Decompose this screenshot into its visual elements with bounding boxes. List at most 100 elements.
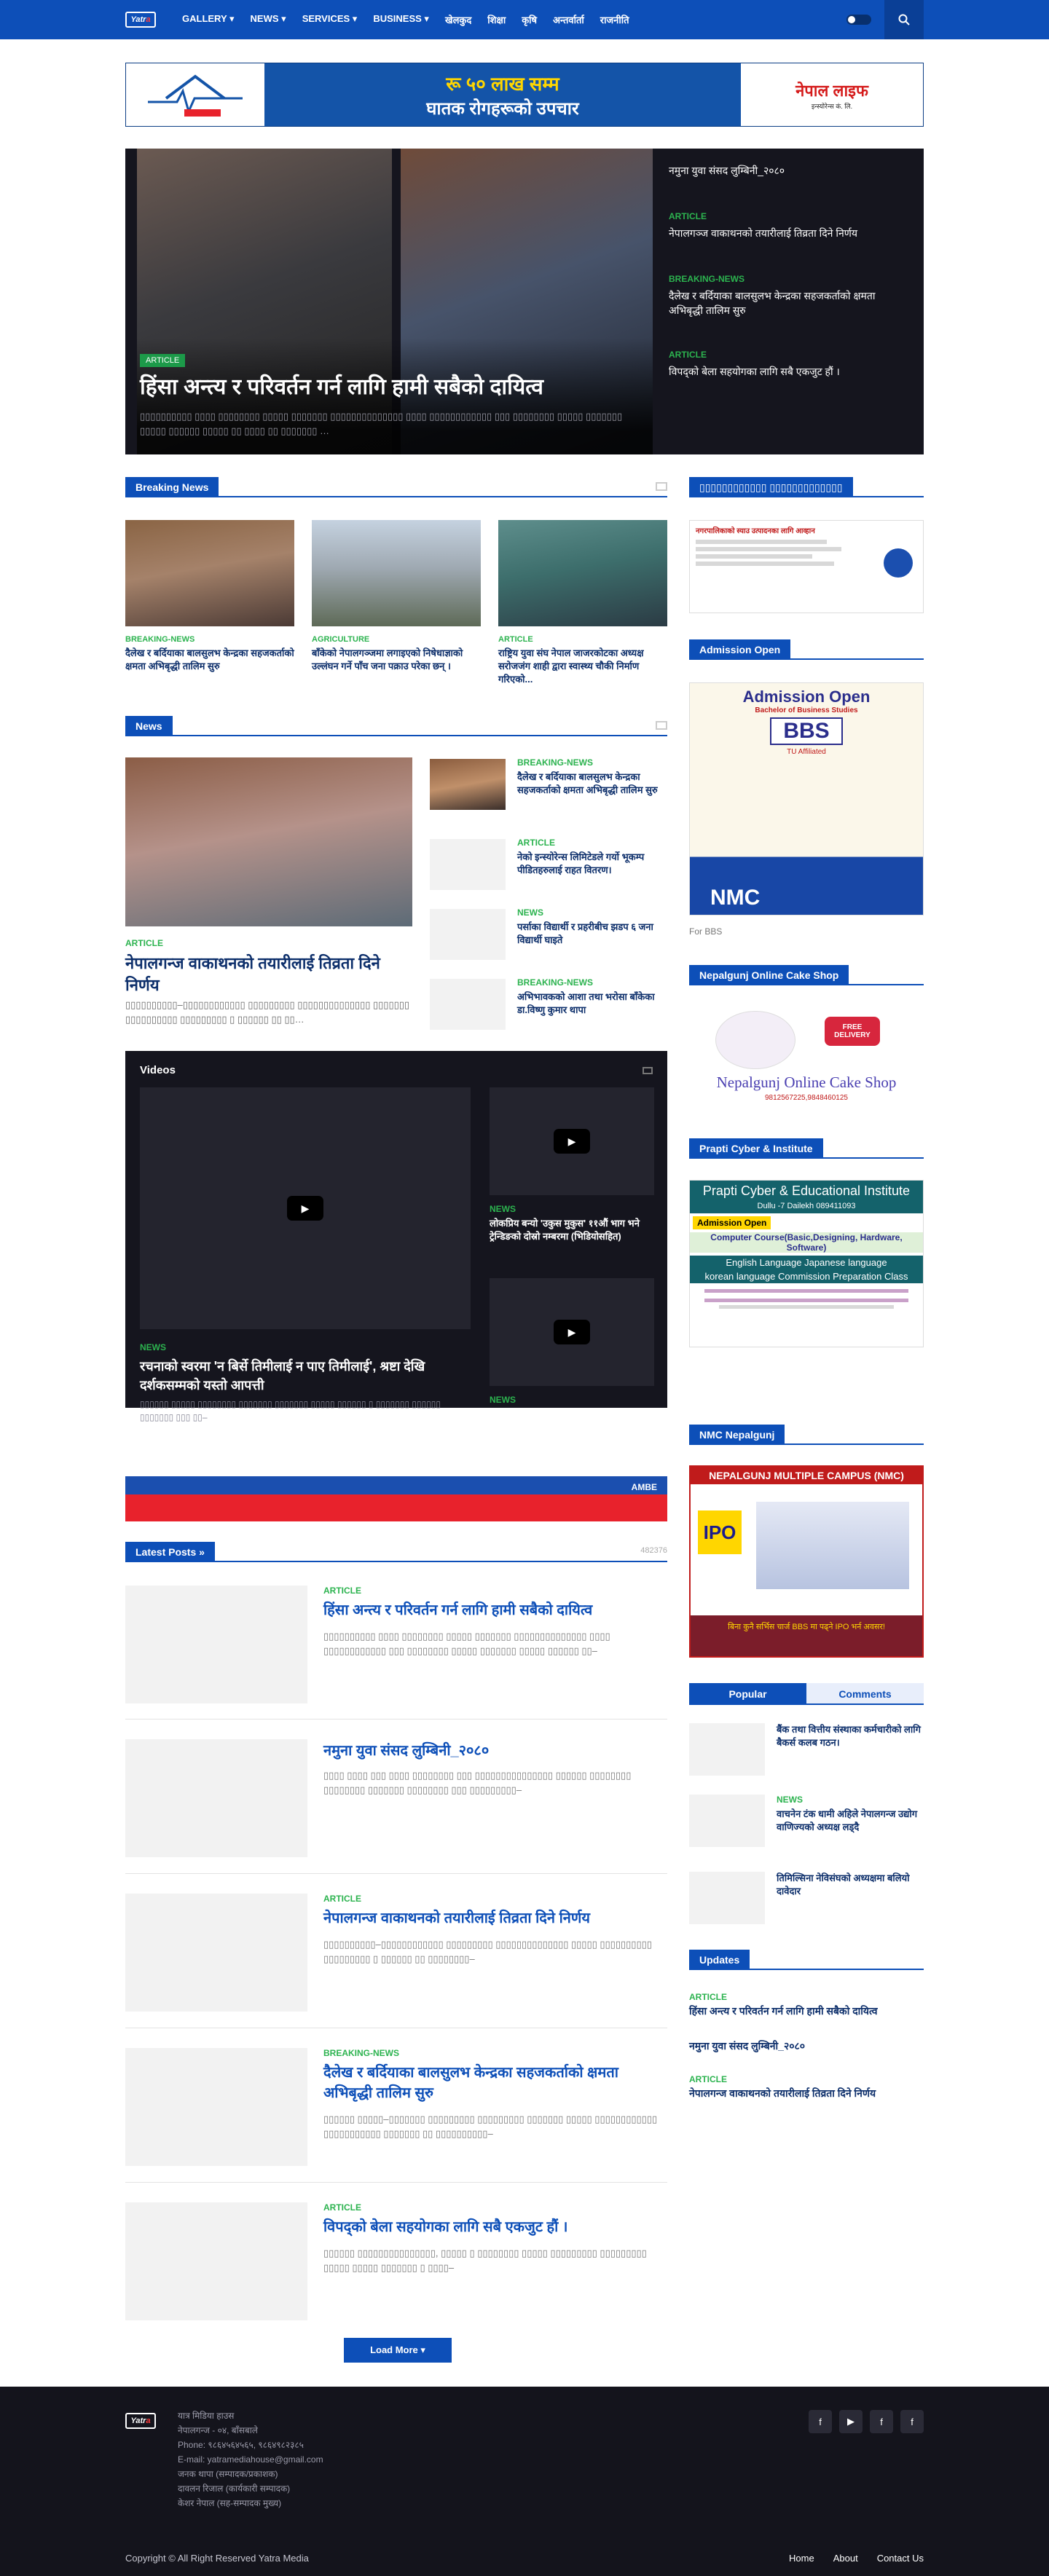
- popular-title[interactable]: वाचनेन टंक धामी अहिले नेपालगन्ज उद्योग व…: [777, 1808, 924, 1834]
- news-title[interactable]: नेको इन्स्योरेन्स लिमिटेडले गर्यो भूकम्प…: [517, 851, 667, 877]
- grid-icon[interactable]: [656, 721, 667, 730]
- load-more-button[interactable]: Load More ▾: [344, 2338, 452, 2363]
- video-thumb[interactable]: ▶: [490, 1278, 654, 1386]
- popular-item[interactable]: NEWS वाचनेन टंक धामी अहिले नेपालगन्ज उद्…: [689, 1795, 924, 1848]
- news-thumb[interactable]: [430, 909, 506, 960]
- section-title[interactable]: Latest Posts »: [125, 1542, 215, 1562]
- breaking-image[interactable]: [125, 520, 294, 626]
- nav-item-education[interactable]: शिक्षा: [487, 13, 506, 26]
- post-title[interactable]: नेपालगन्ज वाकाथनको तयारीलाई तिव्रता दिने…: [323, 1908, 667, 1929]
- latest-post[interactable]: BREAKING-NEWS दैलेख र बर्दियाका बालसुलभ …: [125, 2048, 667, 2166]
- popular-title[interactable]: तिमिल्सिना नेविसंघको अध्यक्षमा बलियो दाव…: [777, 1872, 924, 1898]
- tab-popular[interactable]: Popular: [689, 1683, 806, 1705]
- facebook-icon[interactable]: f: [900, 2410, 924, 2433]
- popular-title[interactable]: बैंक तथा वित्तीय संस्थाका कर्मचारीको लाग…: [777, 1723, 924, 1749]
- site-logo[interactable]: Yatr a: [125, 12, 156, 28]
- news-title[interactable]: अभिभावकको आशा तथा भरोसा बाँकेका डा.विष्ण…: [517, 990, 667, 1017]
- news-list-item[interactable]: NEWS पर्साका विद्यार्थी र प्रहरीबीच झडप …: [430, 907, 667, 961]
- breaking-card[interactable]: BREAKING-NEWS दैलेख र बर्दियाका बालसुलभ …: [125, 520, 294, 673]
- news-thumb[interactable]: [430, 979, 506, 1030]
- post-thumb[interactable]: [125, 1739, 307, 1857]
- breaking-image[interactable]: [312, 520, 481, 626]
- popular-item[interactable]: बैंक तथा वित्तीय संस्थाका कर्मचारीको लाग…: [689, 1723, 924, 1777]
- search-button[interactable]: [884, 0, 924, 39]
- news-title[interactable]: पर्साका विद्यार्थी र प्रहरीबीच झडप ६ जना…: [517, 921, 667, 947]
- latest-post[interactable]: ARTICLE नेपालगन्ज वाकाथनको तयारीलाई तिव्…: [125, 1894, 667, 2012]
- update-item[interactable]: ARTICLE हिंसा अन्त्य र परिवर्तन गर्न लाग…: [689, 1992, 924, 2018]
- nav-item-news[interactable]: NEWS ▾: [251, 13, 286, 26]
- post-thumb[interactable]: [125, 2048, 307, 2166]
- footer-link-home[interactable]: Home: [789, 2553, 814, 2564]
- notice-ad[interactable]: नगरपालिकाको स्याउ उत्पादनका लागि आव्हान: [689, 520, 924, 613]
- nmc-ad[interactable]: NEPALGUNJ MULTIPLE CAMPUS (NMC) IPO बिना…: [689, 1465, 924, 1658]
- nav-item-gallery[interactable]: GALLERY ▾: [182, 13, 235, 26]
- facebook-icon[interactable]: f: [809, 2410, 832, 2433]
- video-title[interactable]: लोकप्रिय बन्यो 'उकुस मुकुस' ११औं भाग भने…: [490, 1217, 654, 1243]
- news-thumb[interactable]: [430, 759, 506, 810]
- latest-post[interactable]: नमुना युवा संसद लुम्बिनी_२०८० ▯▯▯▯ ▯▯▯▯ …: [125, 1739, 667, 1857]
- breaking-image[interactable]: [498, 520, 667, 626]
- news-feature-title[interactable]: नेपालगन्ज वाकाथनको तयारीलाई तिव्रता दिने…: [125, 953, 412, 996]
- facebook-icon[interactable]: f: [870, 2410, 893, 2433]
- hero-side-item[interactable]: ARTICLE नेपालगञ्ज वाकाथनको तयारीलाई तिव्…: [669, 211, 912, 240]
- hero-side-item[interactable]: ARTICLE विपद्को बेला सहयोगका लागि सबै एक…: [669, 350, 912, 379]
- video-feature-title[interactable]: रचनाको स्वरमा 'न बिर्से तिमीलाई न पाए ति…: [140, 1357, 471, 1395]
- footer-link-about[interactable]: About: [833, 2553, 858, 2564]
- hero-side-item[interactable]: BREAKING-NEWS दैलेख र बर्दियाका बालसुलभ …: [669, 274, 912, 318]
- update-title[interactable]: नेपालगन्ज वाकाथनको तयारीलाई तिव्रता दिने…: [689, 2086, 924, 2100]
- news-list-item[interactable]: ARTICLE नेको इन्स्योरेन्स लिमिटेडले गर्य…: [430, 838, 667, 891]
- videos-title[interactable]: Videos: [140, 1064, 176, 1076]
- play-icon[interactable]: ▶: [554, 1320, 590, 1344]
- grid-icon[interactable]: [656, 482, 667, 491]
- nav-item-sports[interactable]: खेलकुद: [445, 13, 471, 26]
- top-ad-banner[interactable]: रू ५० लाख सम्म घातक रोगहरूको उपचार नेपाल…: [125, 63, 924, 127]
- prapti-ad[interactable]: Prapti Cyber & Educational Institute Dul…: [689, 1180, 924, 1347]
- play-icon[interactable]: ▶: [554, 1129, 590, 1154]
- play-icon[interactable]: ▶: [287, 1196, 323, 1221]
- popular-thumb[interactable]: [689, 1795, 765, 1847]
- hero-side-title[interactable]: विपद्को बेला सहयोगका लागि सबै एकजुट हौं …: [669, 364, 912, 379]
- nav-item-agriculture[interactable]: कृषि: [522, 13, 537, 26]
- nav-item-interview[interactable]: अन्तर्वार्ता: [553, 13, 584, 26]
- popular-thumb[interactable]: [689, 1872, 765, 1924]
- news-title[interactable]: दैलेख र बर्दियाका बालसुलभ केन्द्रका सहजक…: [517, 771, 667, 797]
- news-list-item[interactable]: BREAKING-NEWS दैलेख र बर्दियाका बालसुलभ …: [430, 757, 667, 811]
- hero-side-item[interactable]: नमुना युवा संसद लुम्बिनी_२०८०: [669, 163, 912, 178]
- post-title[interactable]: हिंसा अन्त्य र परिवर्तन गर्न लागि हामी स…: [323, 1600, 667, 1620]
- nav-item-politics[interactable]: राजनीति: [600, 13, 629, 26]
- hero-side-title[interactable]: नमुना युवा संसद लुम्बिनी_२०८०: [669, 163, 912, 178]
- post-thumb[interactable]: [125, 2202, 307, 2320]
- post-title[interactable]: नमुना युवा संसद लुम्बिनी_२०८०: [323, 1741, 667, 1761]
- dark-mode-toggle[interactable]: [846, 15, 871, 25]
- hero-side-title[interactable]: दैलेख र बर्दियाका बालसुलभ केन्द्रका सहजक…: [669, 288, 912, 318]
- footer-line[interactable]: E-mail: yatramediahouse@gmail.com: [178, 2452, 323, 2467]
- video-card[interactable]: ▶ NEWS अमनको स्वर, टिका दाहालको संगीतमा …: [490, 1278, 654, 1434]
- breaking-card[interactable]: AGRICULTURE बाँकेको नेपालगञ्जमा लगाइएको …: [312, 520, 481, 673]
- breaking-card[interactable]: ARTICLE राष्ट्रिय युवा संघ नेपाल जाजरकोट…: [498, 520, 667, 686]
- update-item[interactable]: नमुना युवा संसद लुम्बिनी_२०८०: [689, 2037, 924, 2053]
- nav-item-services[interactable]: SERVICES ▾: [302, 13, 358, 26]
- nav-item-business[interactable]: BUSINESS ▾: [373, 13, 429, 26]
- cake-shop-ad[interactable]: FREE DELIVERY Nepalgunj Online Cake Shop…: [689, 1007, 924, 1116]
- footer-link-contact[interactable]: Contact Us: [877, 2553, 924, 2564]
- section-title[interactable]: News: [125, 716, 173, 736]
- popular-thumb[interactable]: [689, 1723, 765, 1776]
- hero-tag[interactable]: ARTICLE: [140, 354, 186, 367]
- youtube-icon[interactable]: ▶: [839, 2410, 863, 2433]
- post-thumb[interactable]: [125, 1894, 307, 2012]
- update-title[interactable]: हिंसा अन्त्य र परिवर्तन गर्न लागि हामी स…: [689, 2004, 924, 2018]
- breaking-title[interactable]: बाँकेको नेपालगञ्जमा लगाइएको निषेधाज्ञाको…: [312, 647, 481, 673]
- footer-logo[interactable]: Yatr a: [125, 2413, 156, 2429]
- update-title[interactable]: नमुना युवा संसद लुम्बिनी_२०८०: [689, 2039, 924, 2053]
- section-title[interactable]: Breaking News: [125, 477, 219, 497]
- latest-post[interactable]: ARTICLE विपद्को बेला सहयोगका लागि सबै एक…: [125, 2202, 667, 2320]
- video-title[interactable]: अमनको स्वर, टिका दाहालको संगीतमा 'नक्कली…: [490, 1408, 654, 1434]
- mid-ad-strip[interactable]: AMBE: [125, 1476, 667, 1521]
- update-item[interactable]: ARTICLE नेपालगन्ज वाकाथनको तयारीलाई तिव्…: [689, 2074, 924, 2100]
- popular-item[interactable]: तिमिल्सिना नेविसंघको अध्यक्षमा बलियो दाव…: [689, 1872, 924, 1926]
- breaking-title[interactable]: राष्ट्रिय युवा संघ नेपाल जाजरकोटका अध्यक…: [498, 647, 667, 686]
- tab-comments[interactable]: Comments: [806, 1683, 924, 1705]
- hero-title[interactable]: हिंसा अन्त्य र परिवर्तन गर्न लागि हामी स…: [140, 374, 635, 401]
- news-feature-image[interactable]: [125, 757, 412, 926]
- post-thumb[interactable]: [125, 1586, 307, 1703]
